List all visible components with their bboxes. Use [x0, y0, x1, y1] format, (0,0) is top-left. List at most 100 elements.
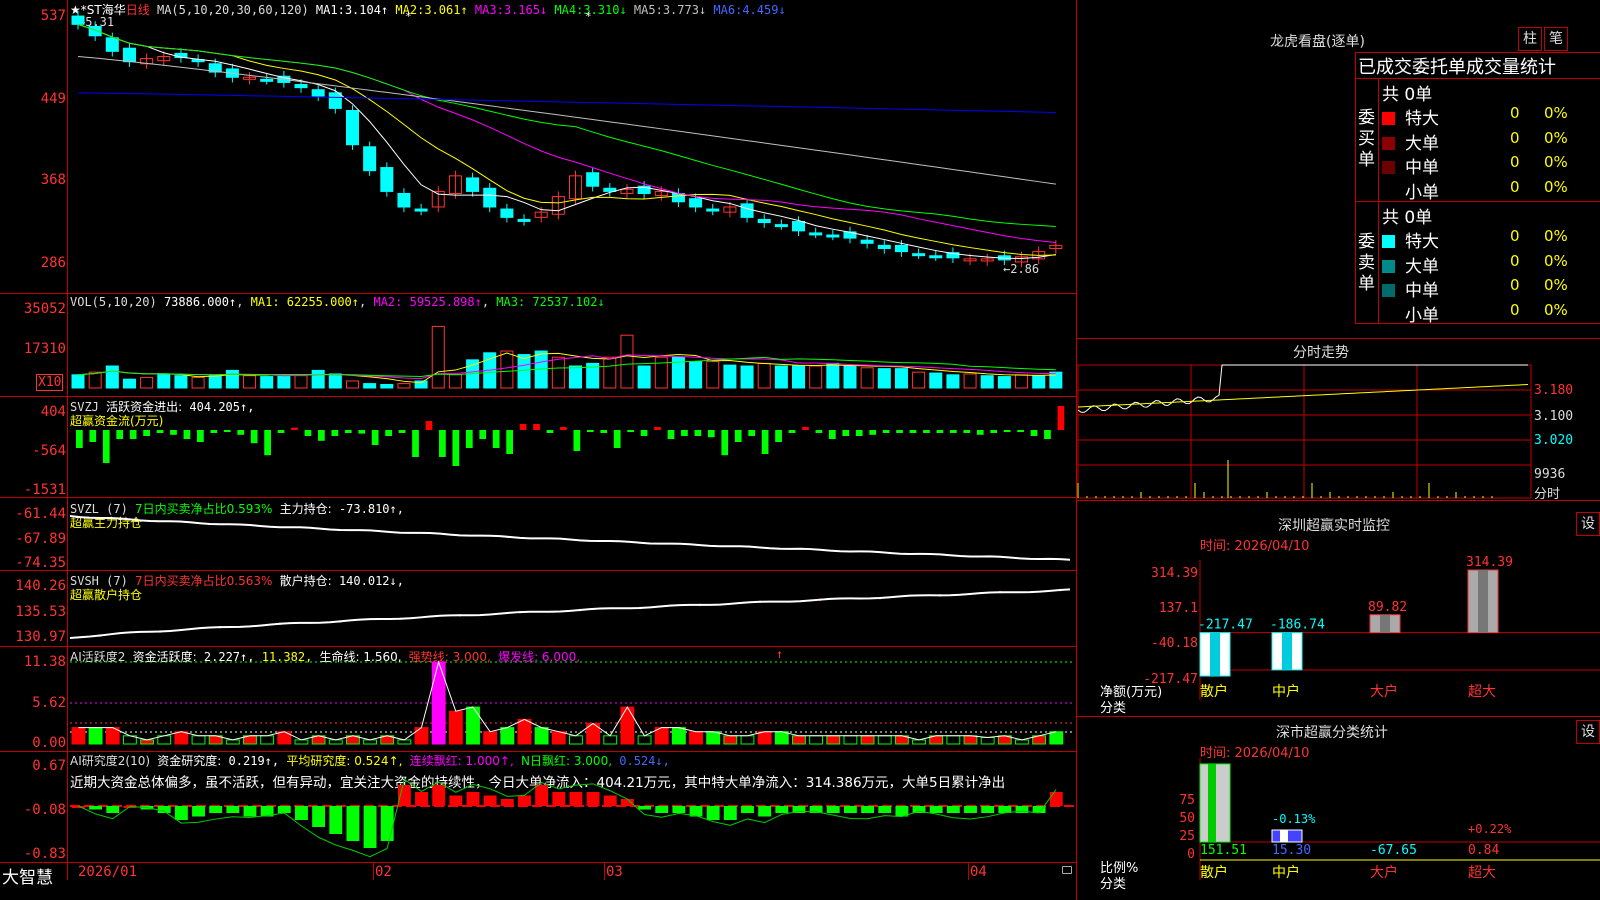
candle [809, 232, 823, 236]
volume-bar [517, 354, 531, 389]
fund-flow-bar [439, 430, 446, 457]
sz-settings-button[interactable]: 设 [1576, 512, 1600, 536]
volume-bar [328, 373, 342, 389]
intraday-chart[interactable] [1077, 364, 1533, 499]
lock-icon[interactable] [1062, 866, 1072, 874]
candle [466, 177, 480, 192]
order-percent: 0% [1544, 177, 1568, 196]
fund-flow-bar [479, 430, 487, 439]
candle [294, 84, 308, 89]
tick-mode-button[interactable]: 笔 [1544, 27, 1568, 51]
cls-time: 时间: 2026/04/10 [1200, 746, 1310, 761]
sz-monitor-chart[interactable]: -217.47 散户 -186.74 中户 89.82 大户 314.39 超大 [1198, 555, 1600, 710]
fund-flow-bar [923, 430, 930, 433]
research-bar [552, 792, 566, 806]
order-swatch [1382, 161, 1395, 174]
fund-flow-bar [546, 430, 554, 433]
fund-flow-bar [304, 430, 312, 436]
candle [311, 89, 325, 97]
volume-bar [191, 376, 205, 389]
lhk-table-border-left [1355, 52, 1356, 324]
volume-bar [946, 374, 960, 389]
sz-bar-shade [1478, 570, 1488, 633]
fund-flow-bar [640, 430, 648, 436]
order-row: 小单 0 0% [1382, 178, 1600, 203]
order-row: 中单 0 0% [1382, 276, 1600, 301]
order-type: 小单 [1405, 305, 1439, 326]
main-holding-line [69, 515, 1071, 561]
brand-label[interactable]: 大智慧 [2, 863, 53, 888]
fund-flow-bar [734, 430, 742, 442]
volume-chart[interactable] [70, 300, 1075, 393]
svzj-axis-3: -1531 [23, 482, 66, 498]
sz-title: 深圳超赢实时监控 [1278, 518, 1390, 534]
research-line [78, 778, 1057, 858]
order-count: 0 [1510, 153, 1520, 171]
volume-bar [105, 365, 119, 389]
fund-flow-bar [936, 430, 944, 433]
research-bar [861, 806, 875, 813]
activity-bar [483, 731, 498, 745]
volume-bar [740, 365, 754, 389]
research-bar [620, 799, 634, 806]
ai-research-chart[interactable] [70, 754, 1075, 860]
volume-bar [277, 375, 291, 389]
cls-stats-chart[interactable]: -0.13% +0.22% 151.51 散户 15.30 中户 -67.65 大户 0.84 超… [1199, 758, 1600, 900]
cls-settings-button[interactable]: 设 [1576, 720, 1600, 744]
ai-active-chart[interactable]: ↑ [70, 647, 1075, 748]
svzj-axis-2: -564 [32, 443, 66, 459]
fund-flow-bar [277, 430, 285, 433]
activity-bar [294, 739, 309, 745]
activity-bar [774, 731, 789, 745]
bar-mode-button[interactable]: 柱 [1518, 27, 1542, 51]
volume-bar [997, 376, 1011, 389]
fund-flow-bar [452, 430, 460, 466]
fund-flow-bar [963, 430, 971, 433]
research-bar [638, 806, 651, 810]
volume-bar [809, 365, 823, 389]
order-percent: 0% [1544, 128, 1568, 147]
order-row: 中单 0 0% [1382, 153, 1600, 178]
cls-percent-label: -0.13% [1272, 812, 1316, 826]
fund-flow-bar [398, 430, 406, 433]
fund-flow-bar [76, 430, 83, 448]
svzj-chart[interactable] [70, 400, 1075, 495]
svzj-axis-1: 404 [40, 404, 66, 420]
fund-flow-bar [707, 430, 715, 438]
activity-bar [912, 739, 926, 745]
volume-bar [826, 362, 840, 389]
ai-active-axis-1: 11.38 [23, 654, 66, 670]
vol-axis-2: 17310 [23, 341, 66, 357]
activity-bar [569, 735, 583, 745]
candle [122, 47, 136, 63]
fund-flow-bar [170, 430, 177, 435]
ma-line-20 [77, 23, 1056, 244]
fund-flow-bar [344, 430, 352, 433]
kline-chart[interactable]: * * [70, 10, 1075, 290]
order-type: 大单 [1405, 256, 1439, 277]
candle [363, 146, 377, 172]
activity-bar [963, 735, 978, 745]
svsh-chart[interactable] [69, 572, 1075, 644]
svzl-chart[interactable] [69, 500, 1075, 568]
fund-flow-bar [600, 430, 608, 433]
research-bar [157, 806, 171, 813]
candle [397, 192, 411, 208]
research-bar [192, 806, 205, 817]
volume-bar [1032, 375, 1046, 389]
order-count: 0 [1510, 177, 1520, 196]
volume-bar [71, 374, 85, 389]
divider-ai-active [0, 646, 1076, 647]
research-bar [775, 806, 789, 813]
candle [929, 255, 943, 259]
activity-bar [397, 739, 412, 745]
fund-flow-bar [721, 430, 729, 456]
research-bar [346, 806, 360, 841]
activity-bar [689, 731, 703, 745]
volume-bar [620, 334, 634, 389]
volume-bar [603, 356, 617, 389]
fund-flow-bar [358, 430, 366, 434]
research-bar [1049, 792, 1063, 806]
fund-flow-bar [465, 430, 473, 448]
fs-title: 分时走势 [1293, 345, 1349, 361]
